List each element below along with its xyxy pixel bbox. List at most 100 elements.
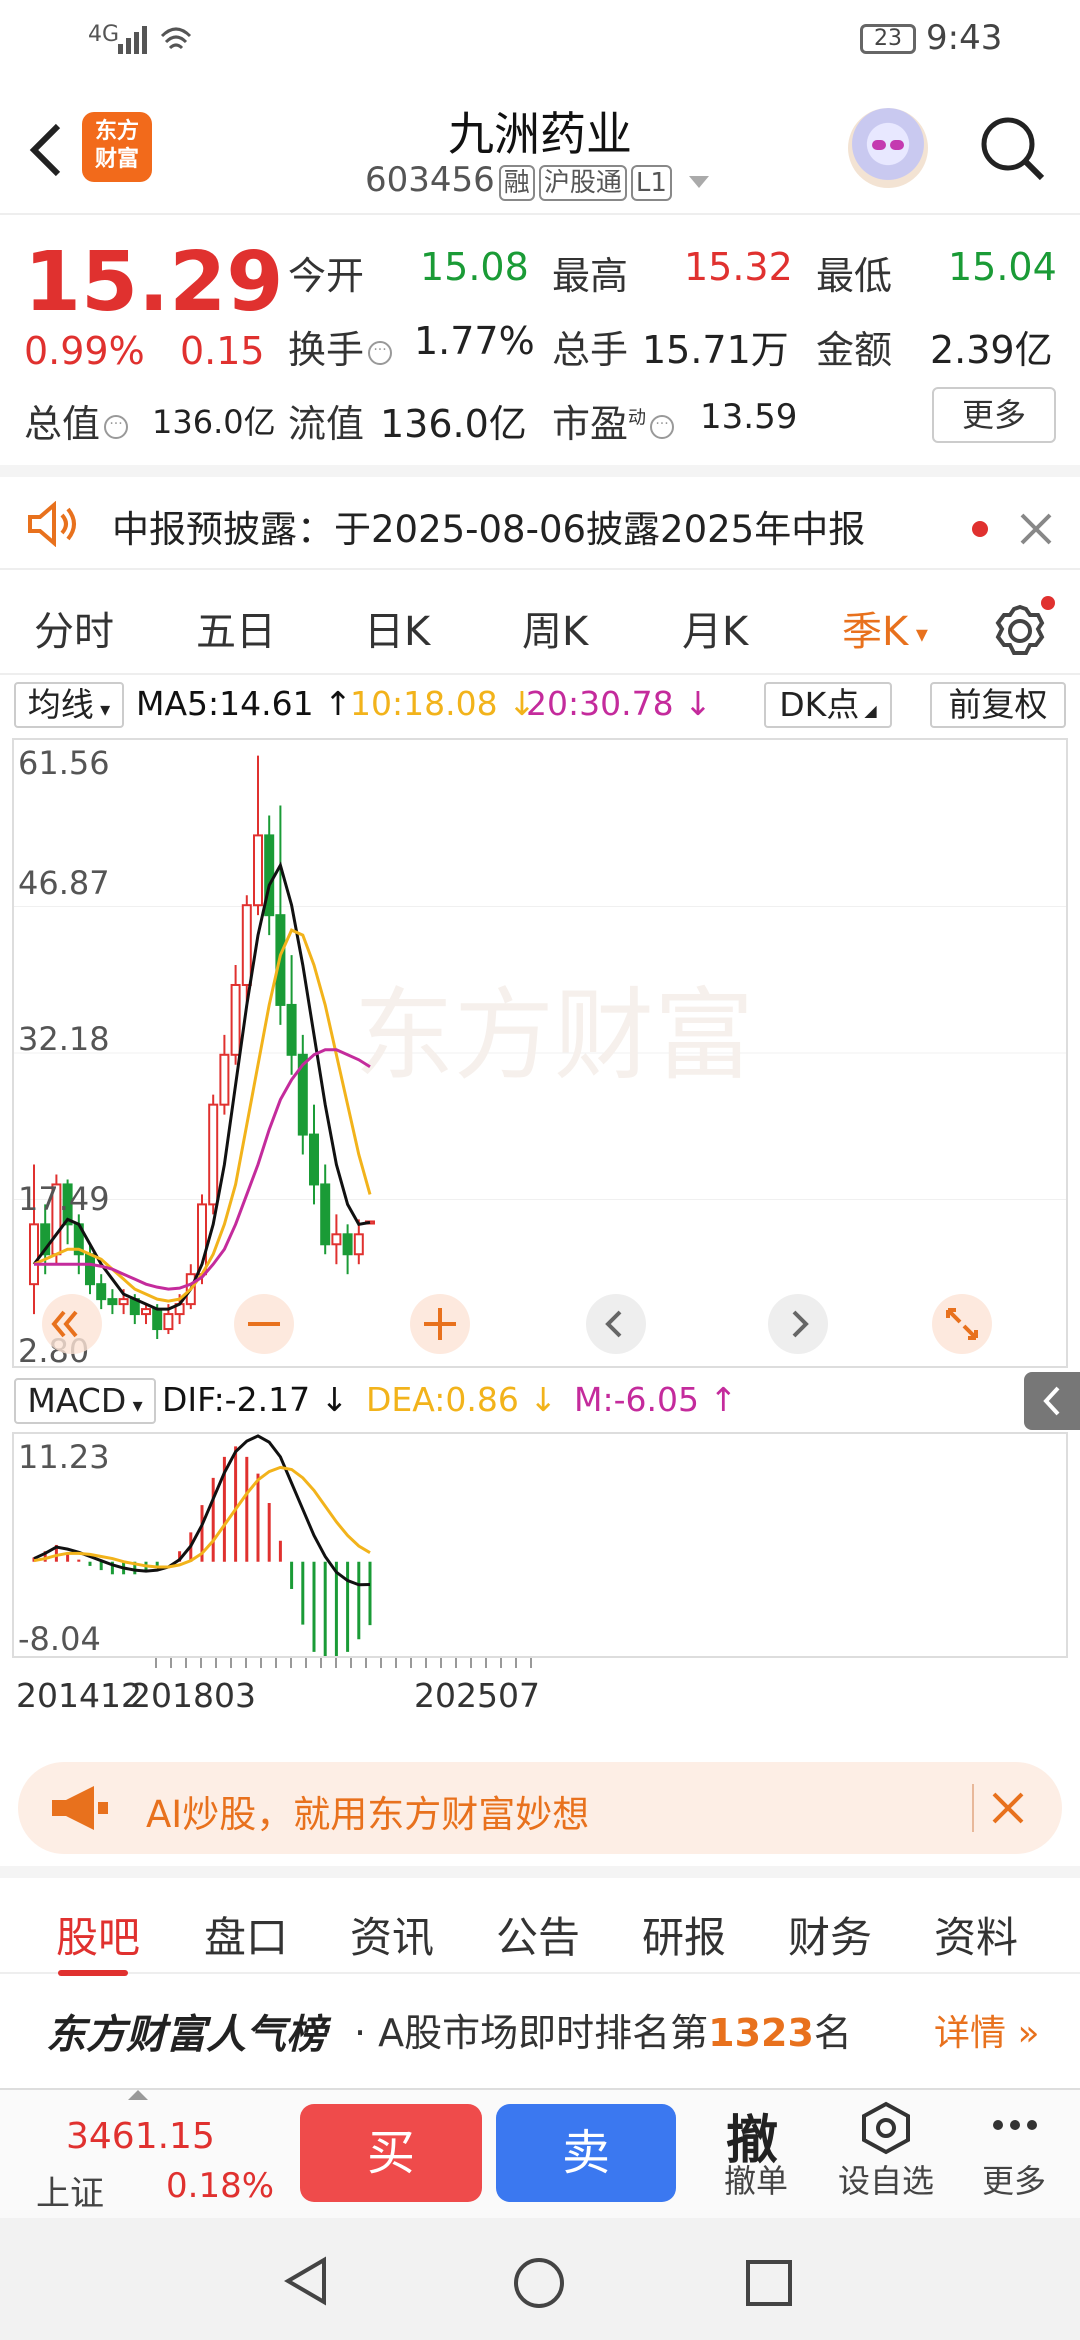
tab-five-day[interactable]: 五日: [196, 599, 276, 657]
stock-code: 603456: [365, 160, 495, 200]
crosshair-button[interactable]: [408, 1292, 472, 1356]
gear-icon[interactable]: [990, 595, 1056, 661]
system-nav-bar: [0, 2218, 1080, 2340]
candle-body: [320, 1183, 331, 1246]
divider: [972, 1784, 974, 1832]
open-value: 15.08: [420, 245, 529, 289]
candle-body: [107, 1298, 118, 1306]
megaphone-icon: [52, 1786, 108, 1830]
signal-indicator: 4G: [88, 22, 120, 47]
amount-label: 金额: [816, 328, 893, 372]
buy-button[interactable]: 买: [300, 2104, 482, 2202]
content-tabs: 股吧 盘口 资讯 公告 研报 财务 资料: [0, 1866, 1080, 1976]
tab-pankou[interactable]: 盘口: [204, 1904, 288, 1965]
info-dots-icon[interactable]: ···: [650, 414, 675, 439]
cancel-order-label[interactable]: 撤单: [724, 2156, 788, 2202]
more-button[interactable]: 更多: [932, 387, 1056, 443]
nav-back-icon[interactable]: [282, 2256, 332, 2306]
more-label[interactable]: 更多: [982, 2156, 1046, 2202]
battery-icon: 23: [860, 24, 916, 54]
x-label: 202507: [414, 1676, 540, 1715]
candle-body: [118, 1298, 129, 1306]
tab-monthly-k[interactable]: 月K: [682, 599, 748, 657]
chevron-left-icon: [1043, 1386, 1060, 1416]
k-line-chart[interactable]: 东方财富 61.56 46.87 32.18 17.49 2.80: [12, 738, 1068, 1370]
clock: 9:43: [926, 18, 1003, 58]
notice-text: 中报预披露：于2025-08-06披露2025年中报: [112, 508, 866, 551]
x-label: 201412: [16, 1676, 142, 1715]
zoom-out-button[interactable]: [40, 1292, 104, 1356]
mktcap-label: 总值 ···: [24, 393, 132, 448]
dropdown-icon: ▾: [93, 697, 111, 721]
y-tick: 11.23: [18, 1438, 110, 1476]
low-label: 最低: [816, 254, 893, 298]
candle-body: [331, 1233, 342, 1246]
macd-select[interactable]: MACD ▾: [14, 1378, 156, 1424]
tab-finance[interactable]: 财务: [788, 1904, 872, 1965]
zoom-in-button[interactable]: [232, 1292, 296, 1356]
collapse-side-tab[interactable]: [1024, 1372, 1080, 1430]
tab-weekly-k[interactable]: 周K: [522, 599, 588, 657]
fullscreen-button[interactable]: [930, 1292, 994, 1356]
add-watchlist-label[interactable]: 设自选: [838, 2156, 934, 2202]
dropdown-icon: ▾: [908, 620, 928, 648]
add-watchlist-icon[interactable]: [858, 2100, 914, 2156]
tab-guba[interactable]: 股吧: [56, 1904, 140, 1965]
close-icon[interactable]: [1018, 511, 1054, 547]
info-dots-icon[interactable]: ···: [368, 340, 393, 365]
x-axis-ticks: [155, 1658, 532, 1668]
info-dots-icon[interactable]: ···: [104, 414, 129, 439]
tab-daily-k[interactable]: 日K: [364, 599, 430, 657]
rank-brand: 东方财富人气榜: [46, 2012, 326, 2058]
float-value: 136.0亿: [380, 402, 527, 446]
dea-value: DEA:0.86 ↓: [366, 1380, 557, 1419]
notice-bar[interactable]: 中报预披露：于2025-08-06披露2025年中报: [0, 465, 1080, 570]
candle-body: [342, 1233, 353, 1256]
tab-news[interactable]: 资讯: [350, 1904, 434, 1965]
sell-button[interactable]: 卖: [496, 2104, 676, 2202]
double-chevron-right-icon: »: [1017, 2013, 1040, 2054]
adjust-select[interactable]: 前复权: [930, 682, 1066, 728]
tab-timeshare[interactable]: 分时: [34, 599, 114, 657]
nav-home-icon[interactable]: [512, 2256, 566, 2310]
speaker-icon: [28, 501, 76, 547]
robot-assistant-icon[interactable]: [848, 108, 928, 188]
macd-chart[interactable]: 11.23 -8.04: [12, 1432, 1068, 1658]
dk-point-select[interactable]: DK点 ◢: [764, 682, 892, 728]
change-amount: 0.15: [180, 329, 265, 373]
stock-header: 东方 财富 九洲药业 603456 融沪股通 L1: [0, 80, 1080, 215]
scroll-left-button[interactable]: [584, 1292, 648, 1356]
nav-recents-icon[interactable]: [744, 2258, 794, 2308]
amount-value: 2.39亿: [930, 328, 1053, 372]
indicator-select[interactable]: 均线 ▾: [14, 682, 124, 728]
popularity-rank-bar[interactable]: 东方财富人气榜 · A股市场即时排名第1323名 详情 »: [0, 1976, 1080, 2084]
candle-body: [152, 1308, 163, 1331]
tab-research[interactable]: 研报: [642, 1904, 726, 1965]
index-value[interactable]: 3461.15: [66, 2116, 215, 2157]
ai-banner[interactable]: AI炒股，就用东方财富妙想: [18, 1762, 1062, 1854]
pe-value: 13.59: [700, 397, 798, 437]
last-price: 15.29: [24, 235, 284, 330]
ma20-value: 20:30.78 ↓: [526, 684, 712, 723]
y-tick: 17.49: [18, 1180, 110, 1218]
expand-caret-icon[interactable]: [128, 2090, 148, 2100]
tab-profile[interactable]: 资料: [934, 1904, 1018, 1965]
candle-body: [309, 1133, 319, 1186]
change-percent: 0.99%: [24, 329, 145, 373]
tab-quarterly-k[interactable]: 季K ▾: [842, 599, 928, 657]
low-value: 15.04: [948, 245, 1057, 289]
more-dots-icon[interactable]: [990, 2110, 1040, 2140]
stock-code-row[interactable]: 603456 融沪股通 L1: [365, 160, 709, 201]
close-icon[interactable]: [990, 1790, 1026, 1826]
tab-announcements[interactable]: 公告: [496, 1904, 580, 1965]
candle-body: [353, 1233, 364, 1256]
high-value: 15.32: [684, 245, 793, 289]
scroll-right-button[interactable]: [766, 1292, 830, 1356]
mktcap-value: 136.0亿: [152, 403, 276, 441]
rank-detail-link[interactable]: 详情 »: [934, 2004, 1040, 2056]
search-icon[interactable]: [978, 114, 1048, 184]
candle-body: [253, 834, 263, 907]
macd-svg: [32, 1434, 372, 1656]
margin-tag: 融: [498, 165, 535, 201]
turnover-label: 换手 ···: [288, 319, 396, 374]
